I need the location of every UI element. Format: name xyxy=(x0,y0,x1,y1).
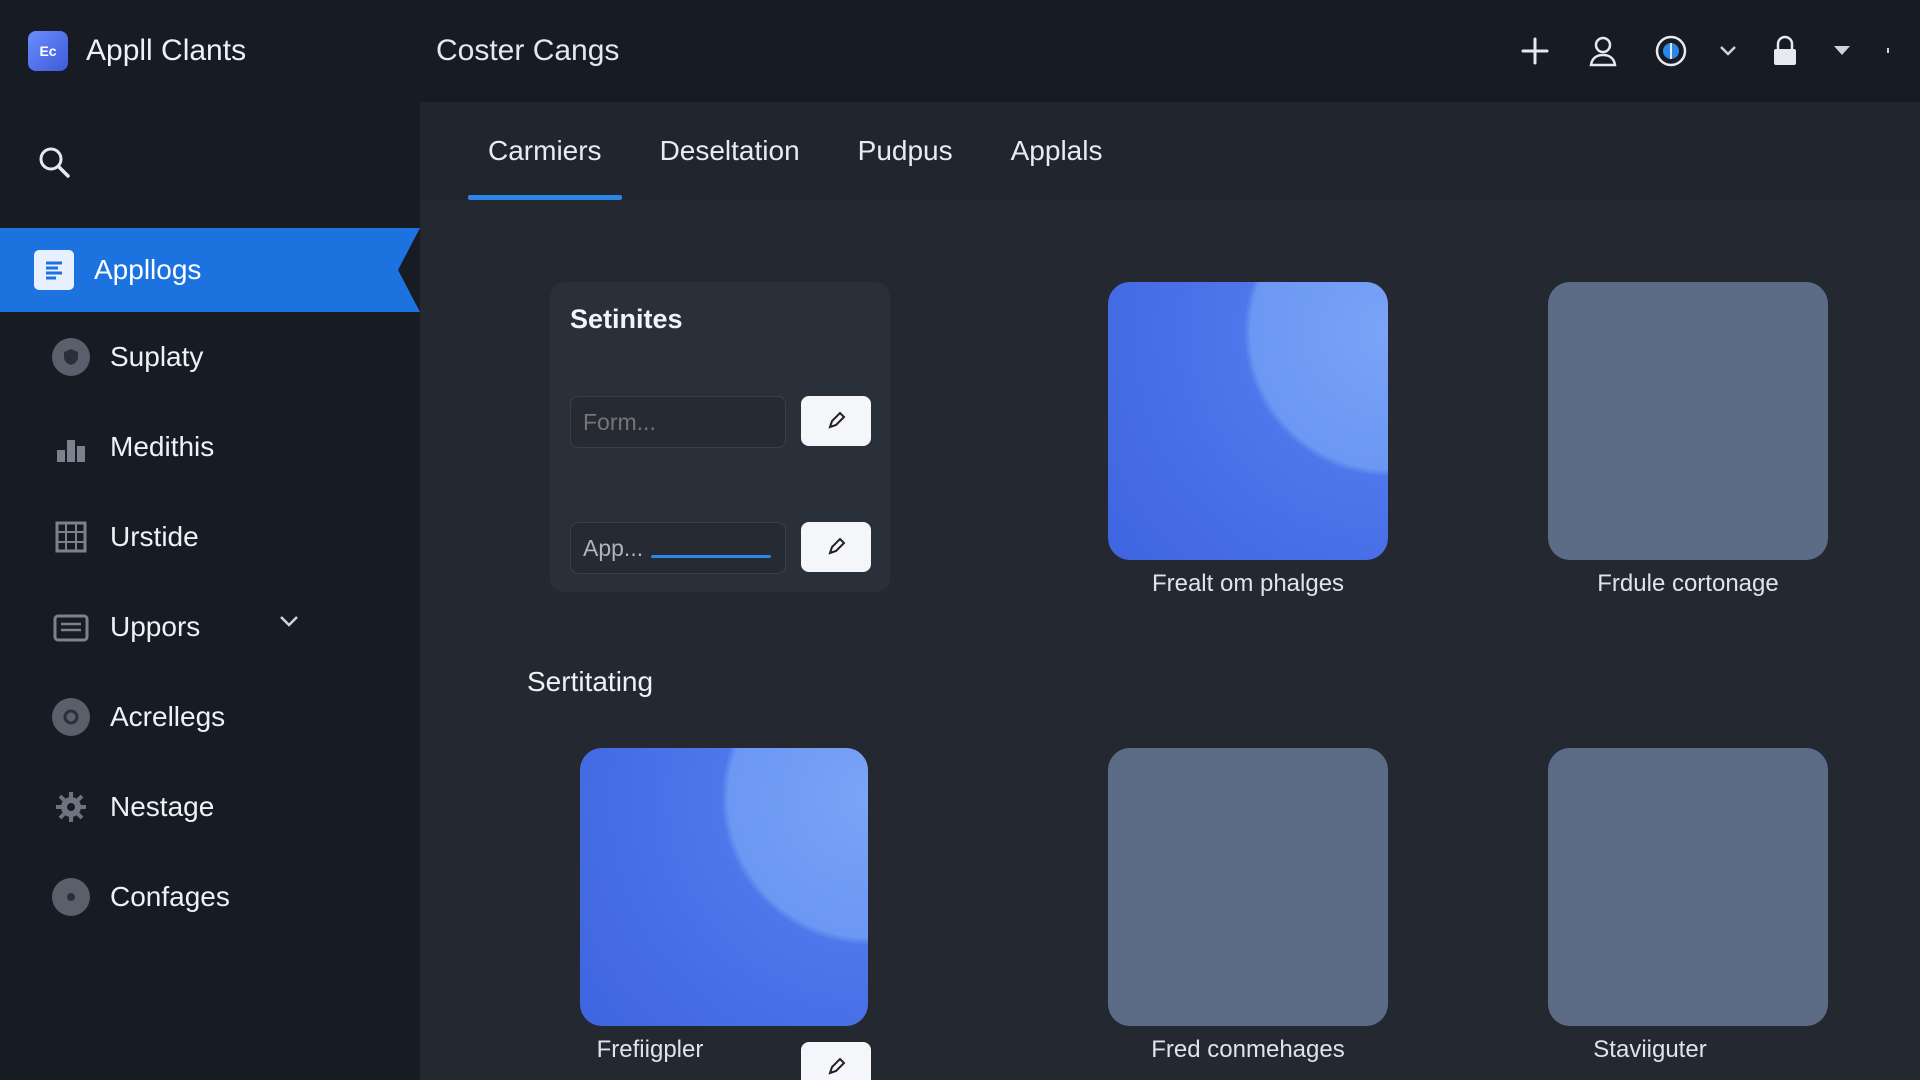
sidebar-item-urstide[interactable]: Urstide xyxy=(0,496,420,578)
settings-panel-title: Setinites xyxy=(570,304,683,334)
tile-label: Frealt om phalges xyxy=(1151,570,1345,597)
globe-icon[interactable] xyxy=(1648,28,1694,74)
lock-menu-caret-icon[interactable] xyxy=(1830,28,1854,74)
sidebar-item-suplaty[interactable]: Suplaty xyxy=(0,316,420,398)
tile-card[interactable] xyxy=(1108,282,1388,560)
sidebar-item-appllogs[interactable]: Appllogs xyxy=(0,228,420,312)
tab-bar: Carmiers Deseltation Pudpus Applals xyxy=(420,102,1920,200)
tile-label: Fred conmehages xyxy=(1151,1036,1345,1063)
pencil-icon xyxy=(828,1057,846,1075)
pencil-icon xyxy=(828,411,846,429)
sidebar-item-nestage[interactable]: Nestage xyxy=(0,766,420,848)
sidebar-item-label: Nestage xyxy=(110,791,215,822)
chart-icon xyxy=(52,428,90,466)
page-title: Coster Cangs xyxy=(436,34,620,67)
app-title: Appll Clants xyxy=(86,34,247,67)
tile-card[interactable] xyxy=(1108,748,1388,1026)
chevron-down-icon[interactable] xyxy=(278,614,300,633)
grid-icon xyxy=(52,518,90,556)
tile-label: Staviiguter xyxy=(1593,1036,1707,1063)
tile-label: Frefiigpler xyxy=(596,1036,704,1063)
sidebar-item-label: Urstide xyxy=(110,521,199,552)
app-logo-icon: Ec xyxy=(28,31,68,71)
tab-carmiers[interactable]: Carmiers xyxy=(468,102,622,200)
section-heading: Sertitating xyxy=(527,666,654,697)
sidebar-item-label: Uppors xyxy=(110,611,201,642)
lock-icon[interactable] xyxy=(1762,28,1808,74)
tile-card[interactable] xyxy=(1548,282,1828,560)
app-edit-button[interactable] xyxy=(801,522,871,572)
add-icon[interactable] xyxy=(1512,28,1558,74)
app-input[interactable] xyxy=(570,522,786,574)
sidebar-item-acrellegs[interactable]: Acrellegs xyxy=(0,676,420,758)
sidebar-item-label: Suplaty xyxy=(110,341,204,372)
gear-icon xyxy=(52,788,90,826)
sidebar-item-label: Acrellegs xyxy=(110,701,226,732)
sidebar-nav: Appllogs Suplaty Medithis Urstide Uppors xyxy=(0,228,420,946)
globe-menu-chevron-icon[interactable] xyxy=(1716,28,1740,74)
pencil-icon xyxy=(828,537,846,555)
form-edit-button[interactable] xyxy=(801,396,871,446)
tab-deseltation[interactable]: Deseltation xyxy=(640,102,820,200)
sidebar-item-label: Confages xyxy=(110,881,230,912)
tile-card[interactable] xyxy=(1548,748,1828,1026)
tab-pudpus[interactable]: Pudpus xyxy=(838,102,973,200)
app-input-focus-underline xyxy=(651,555,771,558)
sidebar-item-uppors[interactable]: Uppors xyxy=(0,586,420,668)
brand: Ec Appll Clants xyxy=(0,31,436,71)
tile-card[interactable] xyxy=(580,748,868,1026)
sidebar: Appllogs Suplaty Medithis Urstide Uppors xyxy=(0,102,420,1080)
search-icon[interactable] xyxy=(34,142,74,182)
document-icon xyxy=(34,250,74,290)
tab-applals[interactable]: Applals xyxy=(991,102,1123,200)
tile-edit-button[interactable] xyxy=(801,1042,871,1080)
circle-icon xyxy=(52,698,90,736)
form-input[interactable] xyxy=(570,396,786,448)
disc-icon xyxy=(52,878,90,916)
sidebar-item-label: Appllogs xyxy=(94,254,202,285)
shield-icon xyxy=(52,338,90,376)
user-icon[interactable] xyxy=(1580,28,1626,74)
sidebar-item-label: Medithis xyxy=(110,431,215,462)
more-dot-icon[interactable] xyxy=(1876,28,1900,74)
tile-label: Frdule cortonage xyxy=(1597,570,1779,597)
folder-icon xyxy=(52,608,90,646)
sidebar-item-medithis[interactable]: Medithis xyxy=(0,406,420,488)
sidebar-item-confages[interactable]: Confages xyxy=(0,856,420,938)
top-actions xyxy=(1512,0,1900,102)
top-bar: Ec Appll Clants Coster Cangs xyxy=(0,0,1920,102)
